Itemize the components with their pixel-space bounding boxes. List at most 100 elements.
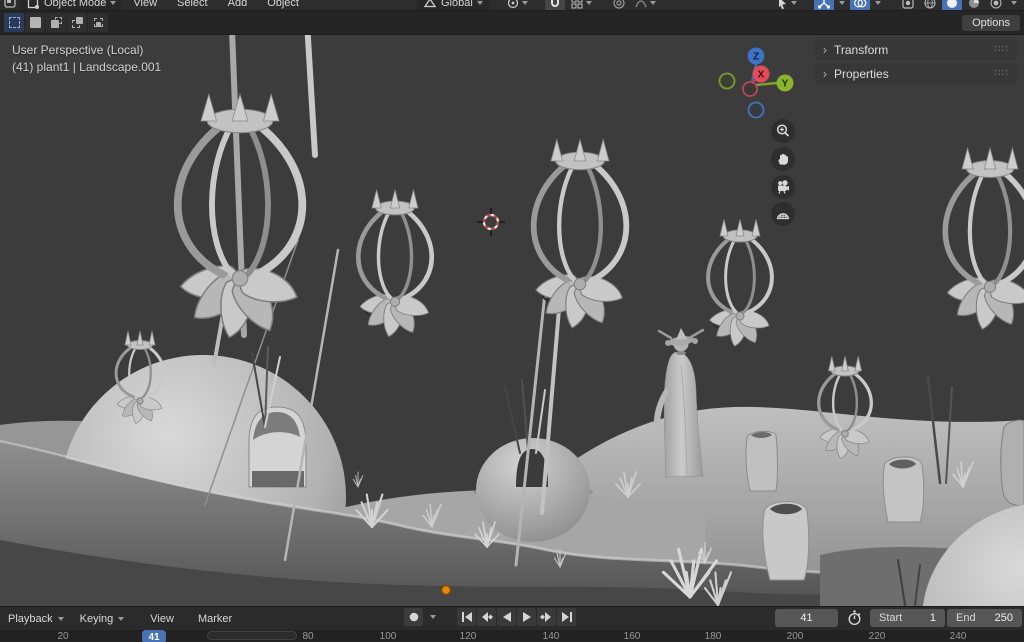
overlays-dropdown[interactable] (872, 0, 884, 10)
orientation-icon (423, 0, 437, 10)
timeline-menu-marker[interactable]: Marker (190, 613, 240, 625)
menu-select[interactable]: Select (168, 0, 217, 9)
panel-grip-icon[interactable]: ∷∷ (994, 68, 1009, 79)
options-button[interactable]: Options (962, 15, 1020, 31)
menu-add[interactable]: Add (219, 0, 257, 9)
viewport-scene (0, 35, 1024, 606)
play-reverse-button[interactable] (497, 608, 516, 626)
chevron-down-icon (58, 617, 64, 621)
timeline-menu-view[interactable]: View (142, 613, 182, 625)
chevron-down-icon (110, 1, 116, 5)
3d-viewport[interactable]: User Perspective (Local) (41) plant1 | L… (0, 35, 1024, 606)
object-type-visibility-dropdown[interactable] (772, 0, 800, 10)
ruler-tick: 80 (302, 631, 313, 642)
play-button[interactable] (517, 608, 536, 626)
chevron-down-icon[interactable] (430, 615, 436, 619)
timeline-menu-playback[interactable]: Playback (0, 613, 72, 625)
xray-icon (901, 0, 915, 10)
next-keyframe-button[interactable] (537, 608, 556, 626)
chevron-down-icon (1011, 1, 1017, 5)
pivot-point-dropdown[interactable] (503, 0, 531, 10)
axis-neg-z-ball[interactable] (749, 103, 764, 118)
previous-keyframe-button[interactable] (477, 608, 496, 626)
camera-icon (775, 179, 791, 195)
axis-neg-x-ball[interactable] (743, 82, 757, 96)
select-mode-intersect-button[interactable] (88, 13, 108, 32)
select-mode-extend-button[interactable] (25, 13, 45, 32)
axis-y-ball[interactable]: Y (777, 75, 794, 92)
select-mode-set-button[interactable] (4, 13, 24, 32)
shading-solid-button[interactable] (942, 0, 962, 10)
grid-sphere-icon (775, 206, 791, 222)
viewport-header: Object Mode View Select Add Object Globa… (0, 0, 1024, 10)
shading-dropdown[interactable] (1008, 0, 1020, 10)
select-set-icon (9, 17, 20, 28)
menu-view[interactable]: View (124, 0, 166, 9)
auto-keying-toggle[interactable] (404, 608, 423, 626)
ruler-tick: 240 (950, 631, 967, 642)
shading-wireframe-button[interactable] (920, 0, 940, 10)
snap-target-dropdown[interactable] (567, 0, 595, 10)
select-intersect-icon (93, 17, 104, 28)
axis-z-ball[interactable]: Z (748, 48, 765, 65)
current-frame-badge[interactable]: 41 (142, 630, 166, 642)
zoom-button[interactable] (771, 119, 795, 143)
ruler-tick: 120 (460, 631, 477, 642)
object-origin-dot[interactable] (442, 586, 451, 595)
preview-range-button[interactable] (843, 609, 865, 627)
snap-toggle[interactable] (545, 0, 565, 10)
select-mode-invert-button[interactable] (67, 13, 87, 32)
jump-to-start-button[interactable] (457, 608, 476, 626)
chevron-down-icon (118, 617, 124, 621)
chevron-down-icon (839, 1, 845, 5)
timeline-ruler[interactable]: 41 2080100120140160180200220240 (0, 630, 1024, 642)
select-invert-icon (72, 17, 83, 28)
transport-controls (404, 608, 576, 626)
current-frame-field[interactable]: 41 (775, 609, 838, 627)
proportional-falloff-dropdown[interactable] (631, 0, 659, 10)
axis-x-ball[interactable]: X (753, 66, 770, 83)
timeline-scrollbar[interactable] (207, 631, 297, 640)
orientation-dropdown[interactable]: Global (417, 0, 489, 10)
gizmo-dropdown[interactable] (836, 0, 848, 10)
chevron-down-icon (477, 1, 483, 5)
jump-to-end-button[interactable] (557, 608, 576, 626)
frame-start-field[interactable]: Start1 (870, 609, 945, 627)
magnifier-plus-icon (775, 123, 791, 139)
svg-text:X: X (758, 70, 765, 81)
mode-dropdown[interactable]: Object Mode (20, 0, 122, 10)
frame-end-field[interactable]: End250 (947, 609, 1022, 627)
play-reverse-icon (502, 612, 512, 622)
show-overlays-toggle[interactable] (850, 0, 870, 10)
viewport-overlay-text: User Perspective (Local) (41) plant1 | L… (12, 42, 161, 76)
ruler-tick: 200 (787, 631, 804, 642)
camera-view-button[interactable] (771, 175, 795, 199)
chevron-down-icon (522, 1, 528, 5)
axis-neg-y-ball[interactable] (720, 74, 735, 89)
panel-grip-icon[interactable]: ∷∷ (994, 44, 1009, 55)
tool-settings-bar: Options (0, 10, 1024, 35)
panel-expand-icon: › (823, 67, 827, 81)
select-mode-subtract-button[interactable] (46, 13, 66, 32)
pan-button[interactable] (771, 147, 795, 171)
rendered-sphere-icon (989, 0, 1003, 10)
magnet-icon (548, 0, 562, 10)
xray-toggle[interactable] (898, 0, 918, 10)
panel-transform[interactable]: › Transform ∷∷ (815, 39, 1017, 60)
proportional-edit-toggle[interactable] (609, 0, 629, 10)
show-gizmo-toggle[interactable] (814, 0, 834, 10)
wireframe-sphere-icon (923, 0, 937, 10)
perspective-toggle-button[interactable] (771, 202, 795, 226)
editor-type-icon[interactable] (4, 0, 18, 10)
blender-window: Object Mode View Select Add Object Globa… (0, 0, 1024, 642)
terrain (0, 35, 1024, 606)
ruler-tick: 140 (543, 631, 560, 642)
orientation-label: Global (441, 0, 473, 9)
shading-rendered-button[interactable] (986, 0, 1006, 10)
panel-properties[interactable]: › Properties ∷∷ (815, 63, 1017, 84)
shading-material-button[interactable] (964, 0, 984, 10)
next-keyframe-icon (540, 612, 553, 622)
panel-expand-icon: › (823, 43, 827, 57)
timeline-menu-keying[interactable]: Keying (72, 613, 133, 625)
menu-object[interactable]: Object (258, 0, 308, 9)
